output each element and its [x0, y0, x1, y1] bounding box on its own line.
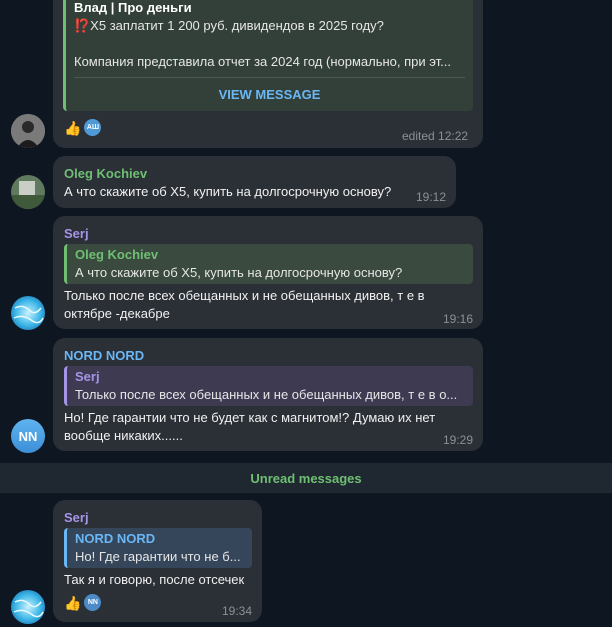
avatar-photo[interactable]: [11, 114, 45, 148]
thumbs-up-icon: 👍: [64, 594, 82, 611]
message-text-line-2: октябре -декабре: [64, 306, 170, 321]
message-text: А что скажите об X5, купить на долгосроч…: [64, 184, 392, 199]
reaction-avatar: АШ: [84, 119, 102, 136]
reactions-1[interactable]: 👍 АШ: [64, 119, 102, 136]
message-time: 19:29: [443, 433, 474, 447]
message-time: edited 12:22: [402, 129, 469, 143]
preview-line-1: ⁉️X5 заплатит 1 200 руб. дивидендов в 20…: [74, 18, 384, 33]
reactions-5[interactable]: 👍 NN: [64, 594, 102, 611]
avatar-photo[interactable]: [11, 296, 45, 330]
water-photo-icon: [11, 590, 45, 624]
forwarded-preview[interactable]: Влад | Про деньги ⁉️X5 заплатит 1 200 ру…: [63, 0, 473, 111]
landscape-photo-icon: [11, 175, 45, 209]
message-time: 19:34: [222, 604, 253, 618]
quote-author: NORD NORD: [75, 531, 156, 546]
message-text-line-1: Но! Где гарантии что не будет как с магн…: [64, 410, 436, 425]
message-text: Так я и говорю, после отсечек: [64, 572, 245, 587]
reply-quote[interactable]: Serj Только после всех обещанных и не об…: [64, 366, 473, 406]
view-message-button[interactable]: VIEW MESSAGE: [66, 87, 473, 102]
avatar-photo[interactable]: [11, 175, 45, 209]
reply-quote[interactable]: Oleg Kochiev А что скажите об X5, купить…: [64, 244, 473, 284]
message-text-line-2: вообще никаких......: [64, 428, 183, 443]
quote-text: Но! Где гарантии что не б...: [75, 549, 241, 564]
sender-name[interactable]: Oleg Kochiev: [64, 166, 147, 181]
quote-text: Только после всех обещанных и не обещанн…: [75, 387, 458, 402]
unread-divider: Unread messages: [0, 463, 612, 493]
quote-text: А что скажите об X5, купить на долгосроч…: [75, 265, 403, 280]
message-text-line-1: Только после всех обещанных и не обещанн…: [64, 288, 425, 303]
avatar-photo[interactable]: [11, 590, 45, 624]
sender-name[interactable]: Serj: [64, 510, 89, 525]
quote-author: Oleg Kochiev: [75, 247, 159, 262]
reply-quote[interactable]: NORD NORD Но! Где гарантии что не б...: [64, 528, 252, 568]
unread-divider-label: Unread messages: [250, 470, 362, 486]
reaction-avatar: NN: [84, 594, 102, 611]
preview-author: Влад | Про деньги: [74, 0, 192, 15]
water-photo-icon: [11, 296, 45, 330]
message-time: 19:16: [443, 312, 474, 326]
message-time: 19:12: [416, 190, 447, 204]
person-photo-icon: [11, 114, 45, 148]
avatar-initials[interactable]: NN: [11, 419, 45, 453]
quote-author: Serj: [75, 369, 100, 384]
avatar-initials-text: NN: [18, 428, 38, 444]
thumbs-up-icon: 👍: [64, 119, 82, 136]
sender-name[interactable]: Serj: [64, 226, 89, 241]
preview-line-2: Компания представила отчет за 2024 год (…: [74, 54, 451, 69]
preview-separator: [74, 77, 465, 78]
sender-name[interactable]: NORD NORD: [64, 348, 144, 363]
